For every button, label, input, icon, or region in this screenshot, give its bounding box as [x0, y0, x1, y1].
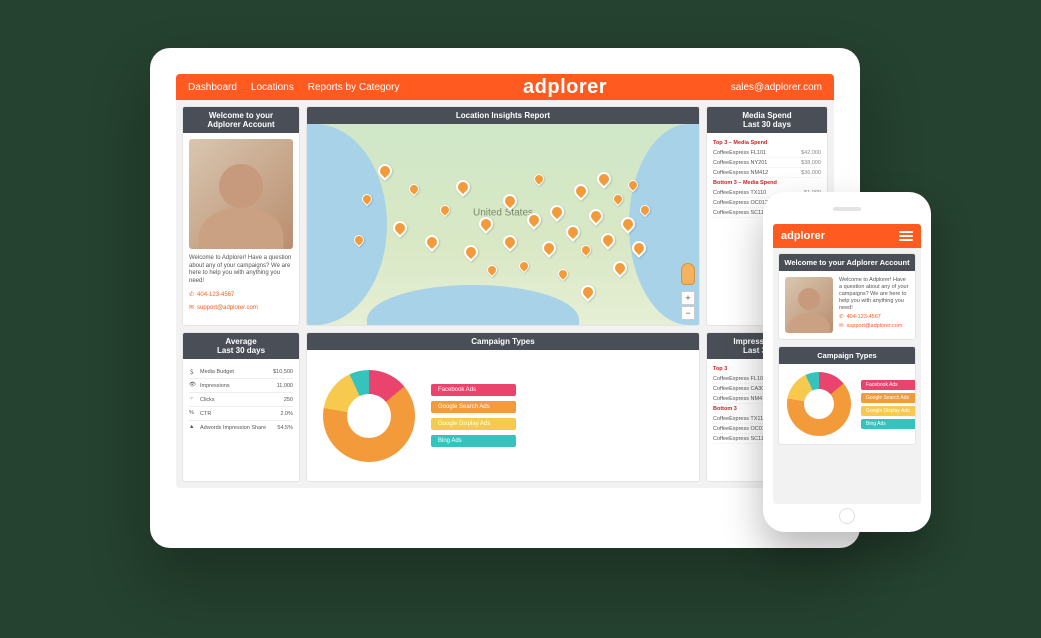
- adwords-icon: ▲: [189, 424, 196, 431]
- legend-facebook: Facebook Ads: [431, 384, 516, 396]
- legend-google-search: Google Search Ads: [431, 401, 516, 413]
- list-item: %CTR2.0%: [189, 407, 293, 421]
- brand-logo: adplorer: [413, 76, 716, 99]
- mail-icon: ✉: [839, 323, 844, 329]
- brand-logo-mobile: adplorer: [781, 230, 825, 242]
- phone-icon: ✆: [189, 291, 194, 298]
- mobile-campaign-donut: [787, 372, 851, 436]
- map-title: Location Insights Report: [307, 107, 699, 124]
- list-item: CoffeeExpress FL101$42,000: [713, 148, 821, 158]
- eye-icon: 👁: [189, 382, 196, 389]
- media-spend-title: Media Spend Last 30 days: [707, 107, 827, 133]
- welcome-card: Welcome to your Adplorer Account Welcome…: [182, 106, 300, 326]
- campaign-donut-chart: [323, 370, 415, 462]
- nav-locations[interactable]: Locations: [251, 82, 294, 93]
- contact-email[interactable]: sales@adplorer.com: [731, 82, 822, 93]
- media-spend-top-label: Top 3 – Media Spend: [713, 140, 821, 146]
- welcome-text: Welcome to Adplorer! Have a question abo…: [189, 255, 293, 285]
- laptop-frame: Dashboard Locations Reports by Category …: [150, 48, 860, 548]
- streetview-pegman-icon[interactable]: [681, 263, 695, 285]
- click-icon: ☞: [189, 396, 196, 403]
- campaign-types-card: Campaign Types Facebook Ads Google Searc…: [306, 332, 700, 482]
- zoom-in-button[interactable]: +: [681, 291, 695, 305]
- mobile-welcome-title: Welcome to your Adplorer Account: [779, 254, 915, 271]
- dollar-icon: ＄: [189, 368, 196, 375]
- media-spend-bottom-label: Bottom 3 – Media Spend: [713, 180, 821, 186]
- list-item: CoffeeExpress NM412$36,000: [713, 168, 821, 178]
- welcome-title: Welcome to your Adplorer Account: [183, 107, 299, 133]
- support-email[interactable]: ✉ support@adplorer.com: [189, 304, 293, 311]
- mobile-support-phone[interactable]: ✆404-123-4567: [839, 314, 909, 320]
- home-button[interactable]: [839, 508, 855, 524]
- legend-google-display: Google Display Ads: [431, 418, 516, 430]
- list-item: ☞Clicks250: [189, 393, 293, 407]
- campaign-legend: Facebook Ads Google Search Ads Google Di…: [431, 384, 516, 447]
- list-item: 👁Impressions11,000: [189, 379, 293, 393]
- support-phone[interactable]: ✆ 404-123-4567: [189, 291, 293, 298]
- map-card: Location Insights Report United States: [306, 106, 700, 326]
- average-card: Average Last 30 days ＄Media Budget$10,50…: [182, 332, 300, 482]
- nav-dashboard[interactable]: Dashboard: [188, 82, 237, 93]
- mobile-campaign-title: Campaign Types: [779, 347, 915, 364]
- map-country-label: United States: [473, 207, 533, 218]
- mobile-screen: adplorer Welcome to your Adplorer Accoun…: [773, 224, 921, 504]
- phone-frame: adplorer Welcome to your Adplorer Accoun…: [763, 192, 931, 532]
- account-avatar-mobile: [785, 277, 833, 333]
- mobile-welcome-text: Welcome to Adplorer! Have a question abo…: [839, 277, 909, 311]
- list-item: ＄Media Budget$10,500: [189, 365, 293, 379]
- legend-bing: Bing Ads: [431, 435, 516, 447]
- top-nav-bar: Dashboard Locations Reports by Category …: [176, 74, 834, 100]
- mobile-welcome-card: Welcome to your Adplorer Account Welcome…: [778, 253, 916, 340]
- list-item: ▲Adwords Impression Share54.5%: [189, 421, 293, 434]
- mobile-top-bar: adplorer: [773, 224, 921, 248]
- phone-icon: ✆: [839, 314, 844, 320]
- location-map[interactable]: United States: [307, 124, 699, 325]
- ctr-icon: %: [189, 410, 196, 417]
- mobile-legend-bing: Bing Ads: [861, 419, 916, 429]
- zoom-out-button[interactable]: −: [681, 306, 695, 320]
- mobile-legend-google-search: Google Search Ads: [861, 393, 916, 403]
- mobile-legend-facebook: Facebook Ads: [861, 380, 916, 390]
- list-item: CoffeeExpress NY201$38,000: [713, 158, 821, 168]
- mobile-legend-google-display: Google Display Ads: [861, 406, 916, 416]
- nav-reports[interactable]: Reports by Category: [308, 82, 400, 93]
- desktop-screen: Dashboard Locations Reports by Category …: [176, 74, 834, 488]
- campaign-types-title: Campaign Types: [307, 333, 699, 350]
- account-avatar: [189, 139, 293, 249]
- average-title: Average Last 30 days: [183, 333, 299, 359]
- mobile-support-email[interactable]: ✉support@adplorer.com: [839, 323, 909, 329]
- mobile-campaign-card: Campaign Types Facebook Ads Google Searc…: [778, 346, 916, 445]
- mail-icon: ✉: [189, 304, 194, 311]
- menu-icon[interactable]: [899, 231, 913, 241]
